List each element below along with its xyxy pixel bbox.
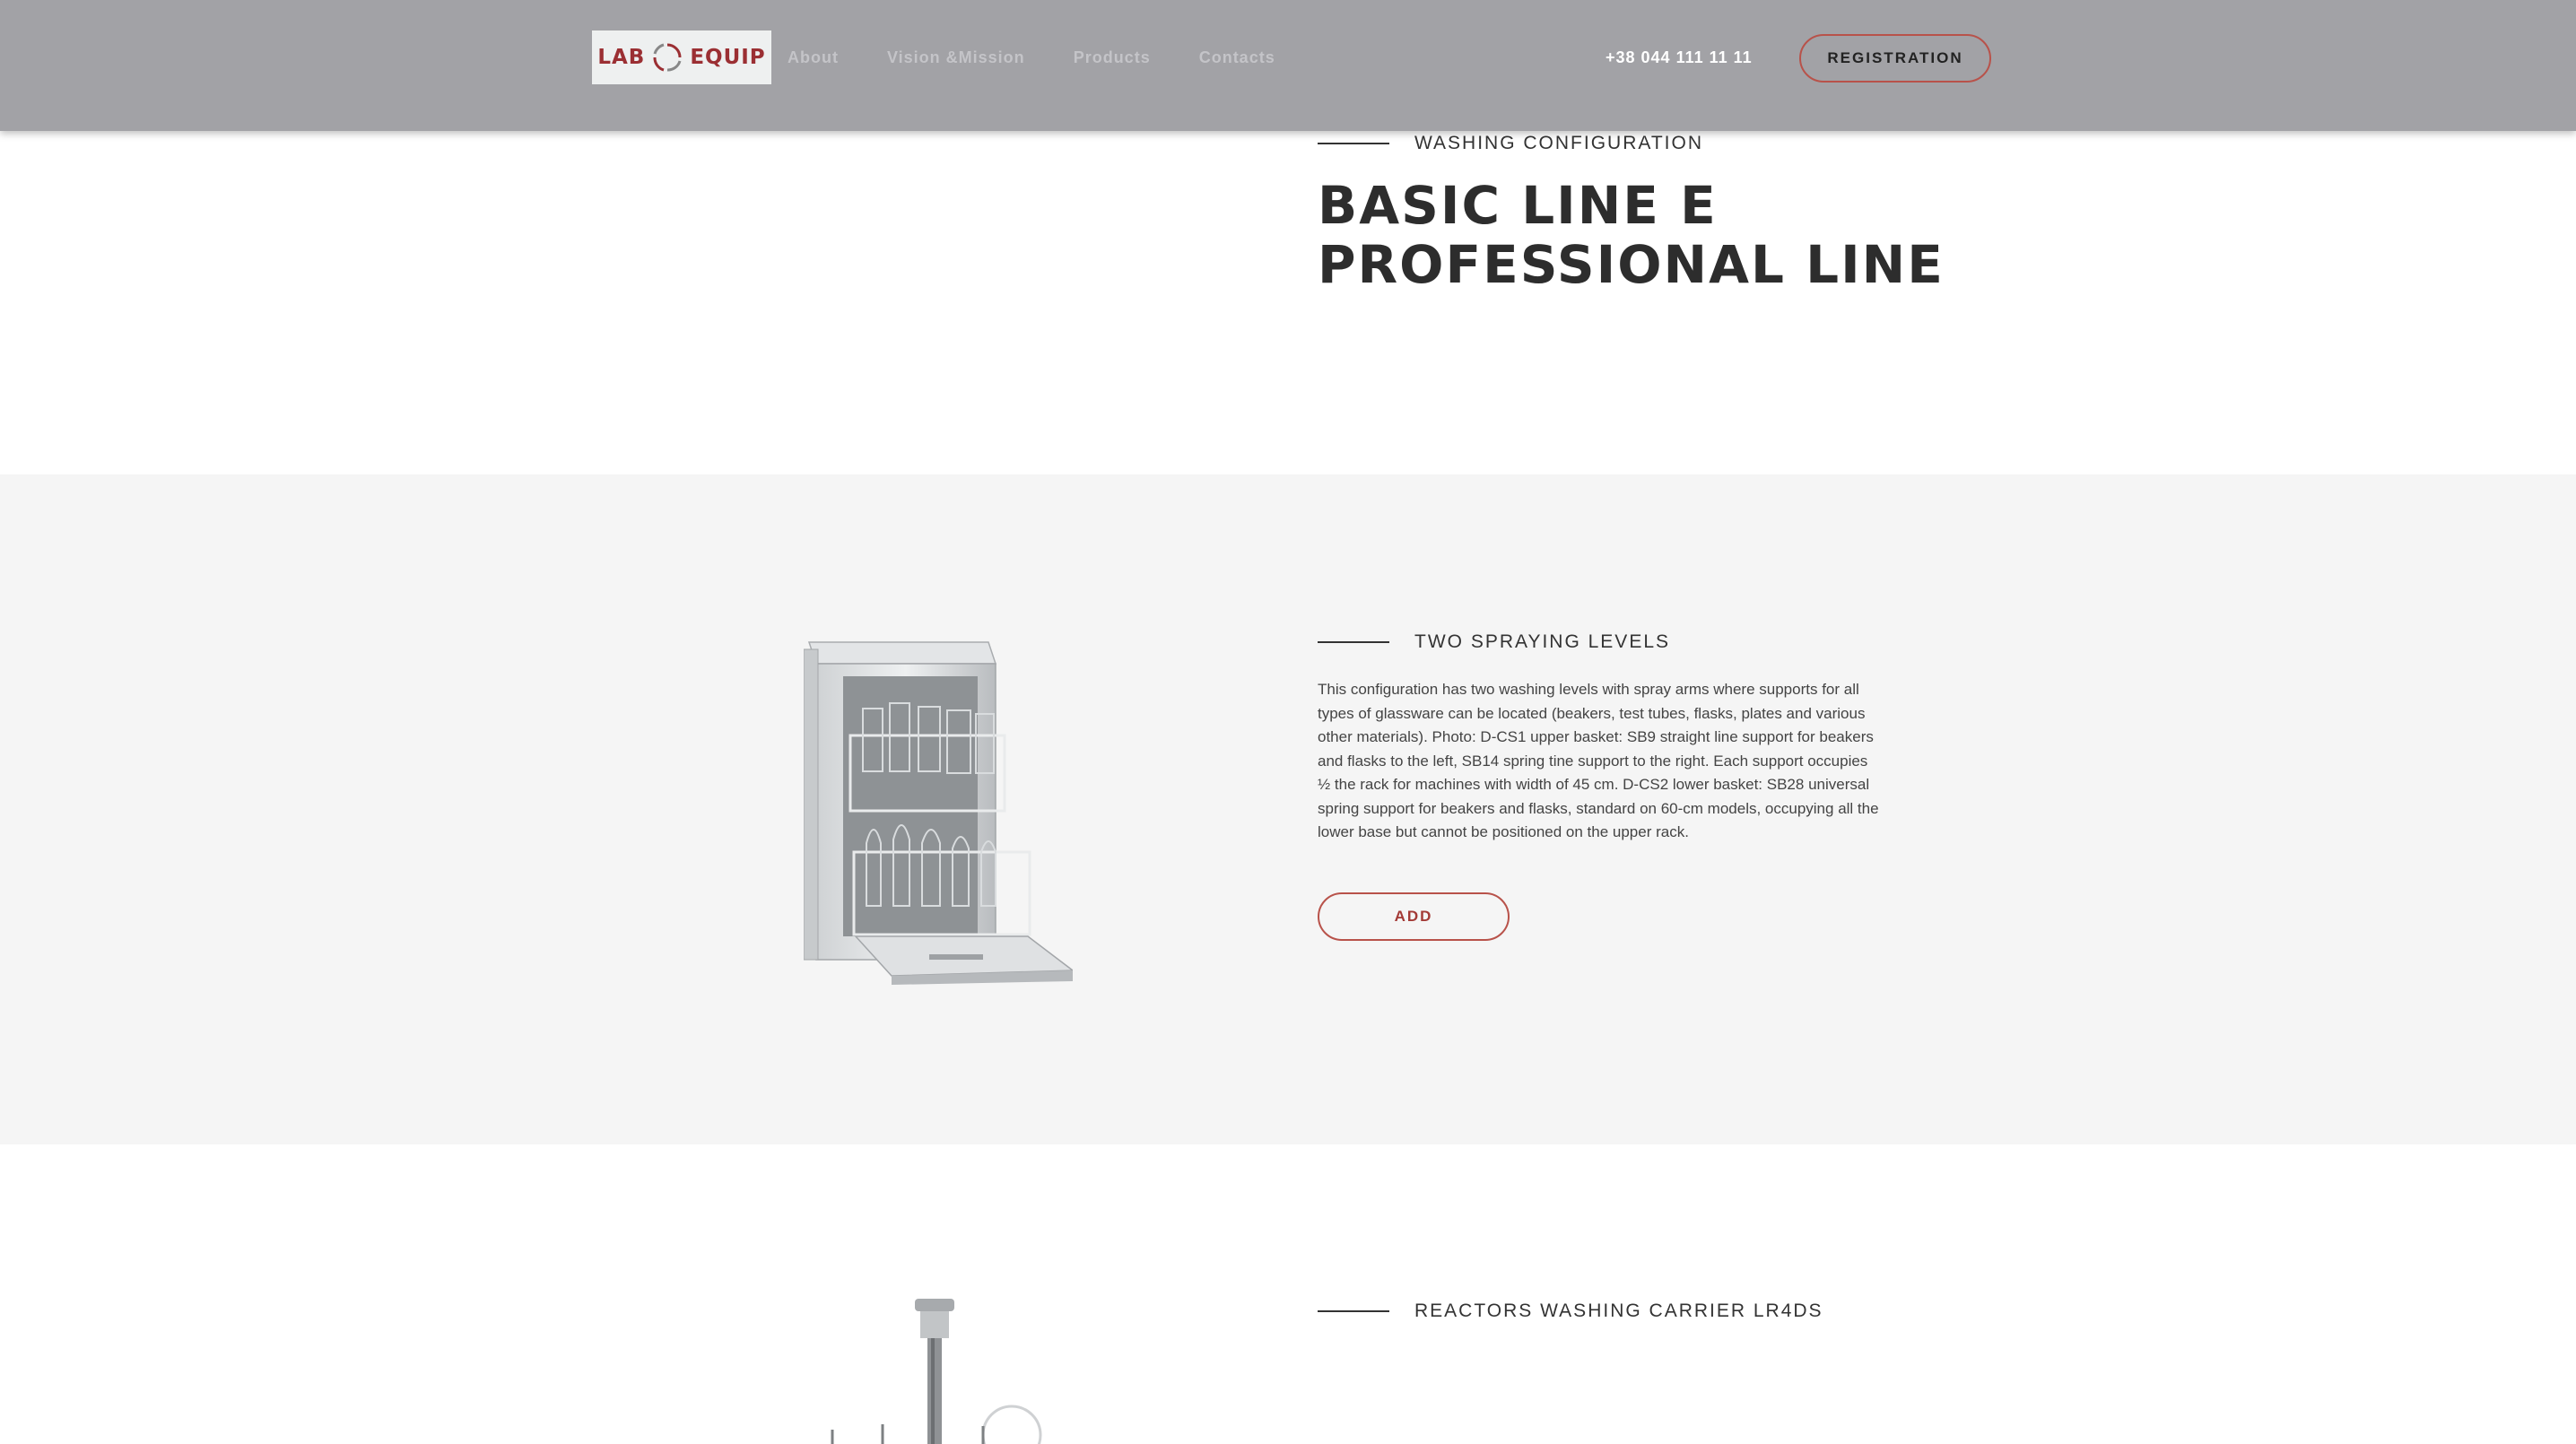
- hero-eyebrow: WASHING CONFIGURATION: [1318, 133, 1703, 154]
- next-eyebrow: REACTORS WASHING CARRIER LR4DS: [1318, 1300, 1823, 1322]
- eyebrow-divider: [1318, 641, 1389, 643]
- dishwasher-image: [804, 641, 1073, 985]
- add-button[interactable]: ADD: [1318, 892, 1510, 941]
- feature-eyebrow: TWO SPRAYING LEVELS: [1318, 631, 1670, 653]
- eyebrow-divider: [1318, 1310, 1389, 1312]
- nav-products[interactable]: Products: [1074, 47, 1151, 68]
- feature-eyebrow-text: TWO SPRAYING LEVELS: [1414, 631, 1671, 652]
- logo-text-lab: LAB: [597, 46, 646, 69]
- logo[interactable]: LAB EQUIP: [592, 30, 771, 84]
- hero-eyebrow-text: WASHING CONFIGURATION: [1414, 133, 1703, 153]
- page-title-line2: PROFESSIONAL LINE: [1318, 234, 1945, 295]
- nav-about[interactable]: About: [788, 47, 839, 68]
- feature-section: [0, 474, 2576, 1144]
- carrier-image: [831, 1299, 1042, 1444]
- phone-number[interactable]: +38 044 111 11 11: [1606, 47, 1753, 68]
- feature-description: This configuration has two washing level…: [1318, 681, 1879, 840]
- nav-contacts[interactable]: Contacts: [1199, 47, 1275, 68]
- main-nav: About Vision &Mission Products Contacts: [788, 47, 1324, 68]
- nav-vision-mission[interactable]: Vision &Mission: [887, 47, 1025, 68]
- logo-text-equip: EQUIP: [690, 46, 766, 69]
- logo-ring-icon: [653, 43, 682, 72]
- site-header: LAB EQUIP About Vision &Mission Products…: [0, 0, 2576, 131]
- page-title-line1: BASIC LINE E: [1318, 175, 1718, 236]
- registration-button[interactable]: REGISTRATION: [1799, 34, 1991, 83]
- eyebrow-divider: [1318, 143, 1389, 144]
- page-title: BASIC LINE E PROFESSIONAL LINE: [1318, 176, 1945, 294]
- next-eyebrow-text: REACTORS WASHING CARRIER LR4DS: [1414, 1300, 1823, 1321]
